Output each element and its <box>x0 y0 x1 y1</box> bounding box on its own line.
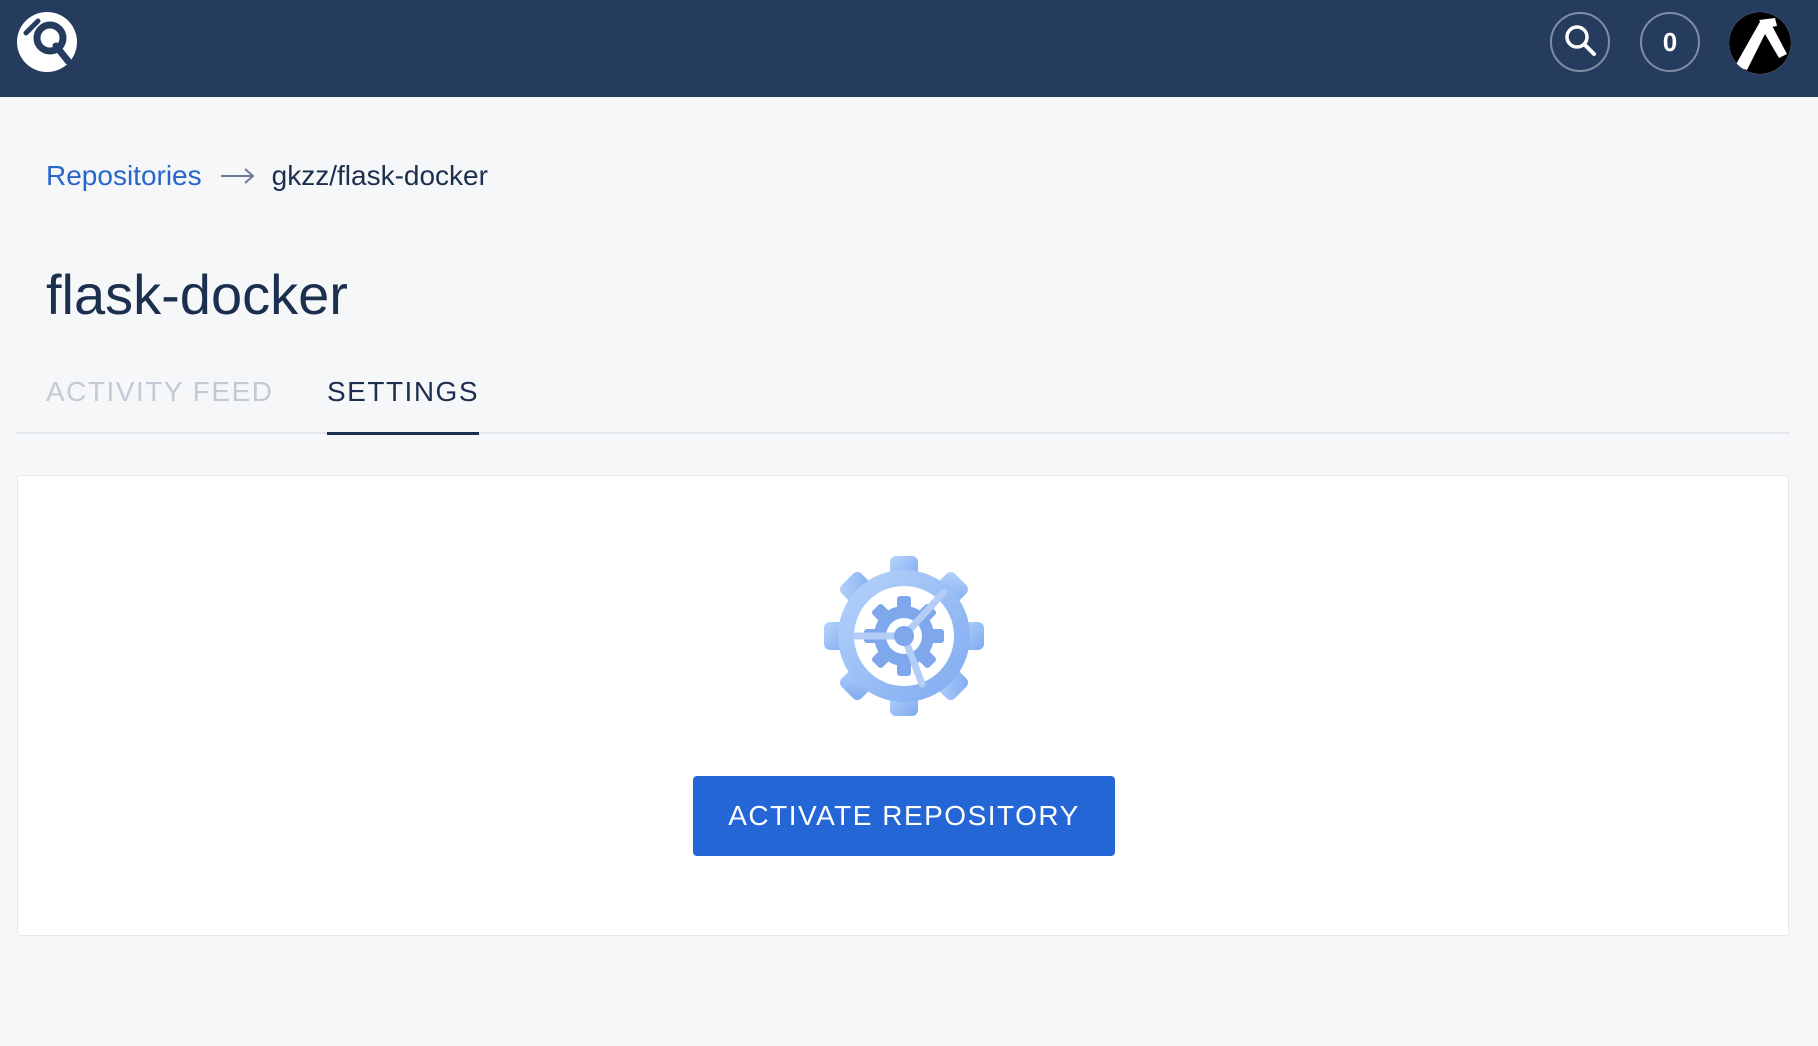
settings-panel: ACTIVATE REPOSITORY <box>17 475 1789 936</box>
tab-activity-feed[interactable]: ACTIVITY FEED <box>46 376 273 434</box>
breadcrumb-repositories-link[interactable]: Repositories <box>46 160 202 192</box>
notifications-count: 0 <box>1662 26 1678 57</box>
top-navigation-bar: 0 <box>0 0 1818 97</box>
page-title: flask-docker <box>46 263 348 326</box>
tab-bar: ACTIVITY FEED SETTINGS <box>16 362 1790 435</box>
activate-repository-button[interactable]: ACTIVATE REPOSITORY <box>693 776 1115 856</box>
arrow-right-icon <box>220 167 256 185</box>
notifications-button[interactable]: 0 <box>1640 12 1700 72</box>
breadcrumb-current-repo: gkzz/flask-docker <box>271 160 488 191</box>
user-avatar[interactable] <box>1729 12 1791 74</box>
breadcrumb: Repositories gkzz/flask-docker <box>46 160 488 192</box>
search-button[interactable] <box>1550 12 1610 72</box>
app-logo-icon[interactable] <box>16 11 78 73</box>
settings-gear-icon <box>822 554 986 718</box>
search-icon <box>1563 23 1597 62</box>
tab-settings[interactable]: SETTINGS <box>327 376 480 435</box>
